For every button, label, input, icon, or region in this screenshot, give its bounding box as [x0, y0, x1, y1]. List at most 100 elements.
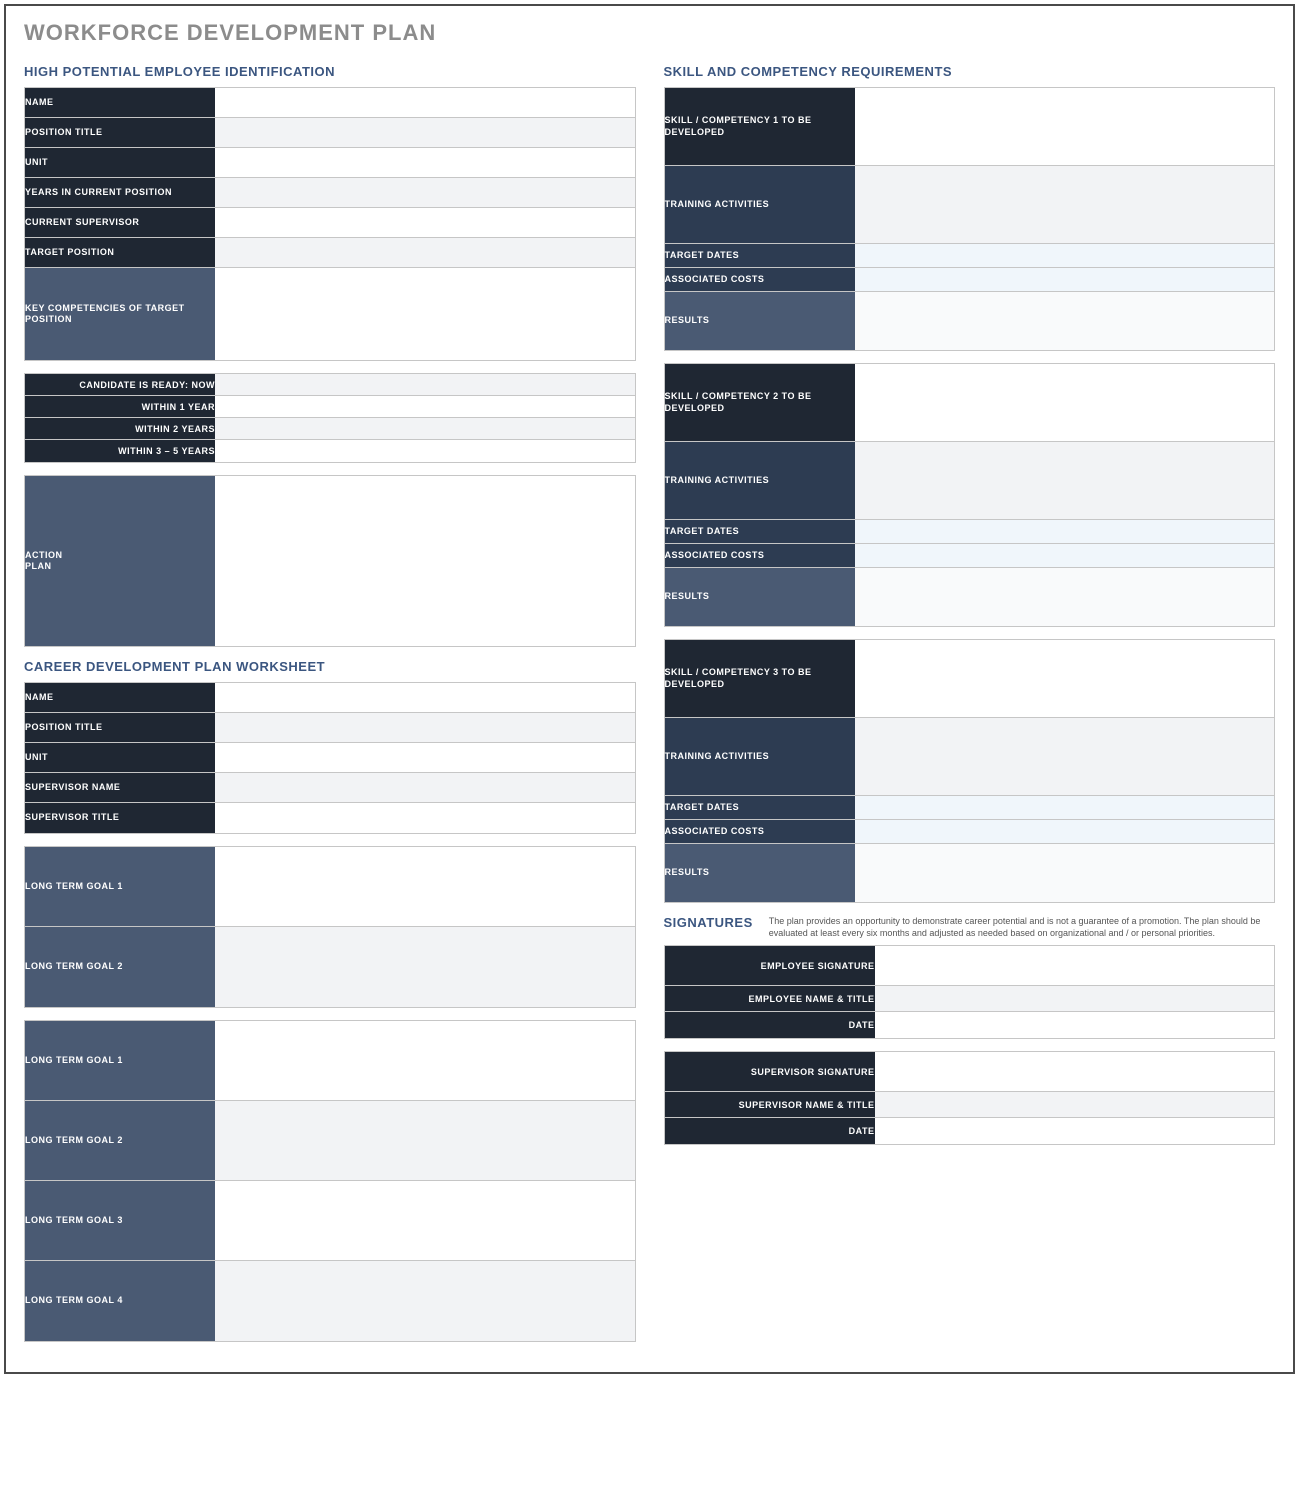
input-ltg1b[interactable]: [215, 1021, 635, 1101]
input-employee-signature[interactable]: [875, 946, 1275, 986]
career-dev-header-table: NAME POSITION TITLE UNIT SUPERVISOR NAME…: [24, 682, 636, 834]
input-sc2-results[interactable]: [855, 568, 1275, 626]
label-ready-1year: WITHIN 1 YEAR: [25, 396, 215, 418]
input-position-title[interactable]: [215, 118, 635, 148]
label-sc3-costs: ASSOCIATED COSTS: [665, 820, 855, 844]
label-sc2: SKILL / COMPETENCY 2 TO BE DEVELOPED: [665, 364, 855, 442]
label-supervisor-signature: SUPERVISOR SIGNATURE: [665, 1052, 875, 1092]
input-sc3-costs[interactable]: [855, 820, 1275, 844]
input-sc3-results[interactable]: [855, 844, 1275, 902]
right-column: SKILL AND COMPETENCY REQUIREMENTS SKILL …: [664, 58, 1276, 1157]
input-c-supervisor-name[interactable]: [215, 773, 635, 803]
input-c-name[interactable]: [215, 683, 635, 713]
input-key-competencies[interactable]: [215, 268, 635, 360]
input-sc1-costs[interactable]: [855, 268, 1275, 292]
label-c-position: POSITION TITLE: [25, 713, 215, 743]
input-ready-2years[interactable]: [215, 418, 635, 440]
input-ltg2a[interactable]: [215, 927, 635, 1007]
input-name[interactable]: [215, 88, 635, 118]
competency-2-table: SKILL / COMPETENCY 2 TO BE DEVELOPED TRA…: [664, 363, 1276, 627]
input-sc1-dates[interactable]: [855, 244, 1275, 268]
input-target-position[interactable]: [215, 238, 635, 268]
section-high-potential-title: HIGH POTENTIAL EMPLOYEE IDENTIFICATION: [24, 64, 636, 79]
input-action-plan[interactable]: [215, 476, 635, 646]
input-supervisor-name-title[interactable]: [875, 1092, 1275, 1118]
input-current-supervisor[interactable]: [215, 208, 635, 238]
label-unit: UNIT: [25, 148, 215, 178]
section-career-dev-title: CAREER DEVELOPMENT PLAN WORKSHEET: [24, 659, 636, 674]
section-signatures-title: SIGNATURES: [664, 915, 753, 930]
label-ltg1b: LONG TERM GOAL 1: [25, 1021, 215, 1101]
label-target-position: TARGET POSITION: [25, 238, 215, 268]
input-sc2-dates[interactable]: [855, 520, 1275, 544]
employee-signature-table: EMPLOYEE SIGNATURE EMPLOYEE NAME & TITLE…: [664, 945, 1276, 1039]
input-c-supervisor-title[interactable]: [215, 803, 635, 833]
input-ready-3to5years[interactable]: [215, 440, 635, 462]
label-sc1-costs: ASSOCIATED COSTS: [665, 268, 855, 292]
label-sc2-training: TRAINING ACTIVITIES: [665, 442, 855, 520]
input-c-unit[interactable]: [215, 743, 635, 773]
label-sc2-costs: ASSOCIATED COSTS: [665, 544, 855, 568]
label-name: NAME: [25, 88, 215, 118]
competency-1-table: SKILL / COMPETENCY 1 TO BE DEVELOPED TRA…: [664, 87, 1276, 351]
label-employee-signature: EMPLOYEE SIGNATURE: [665, 946, 875, 986]
label-ltg2b: LONG TERM GOAL 2: [25, 1101, 215, 1181]
label-ltg2a: LONG TERM GOAL 2: [25, 927, 215, 1007]
input-supervisor-signature[interactable]: [875, 1052, 1275, 1092]
input-sc3-training[interactable]: [855, 718, 1275, 796]
label-c-supervisor-name: SUPERVISOR NAME: [25, 773, 215, 803]
input-c-position[interactable]: [215, 713, 635, 743]
input-ready-1year[interactable]: [215, 396, 635, 418]
input-sc1-skill[interactable]: [855, 88, 1275, 166]
label-years-in-position: YEARS IN CURRENT POSITION: [25, 178, 215, 208]
two-column-layout: HIGH POTENTIAL EMPLOYEE IDENTIFICATION N…: [24, 58, 1275, 1354]
input-supervisor-date[interactable]: [875, 1118, 1275, 1144]
input-ltg4b[interactable]: [215, 1261, 635, 1341]
input-ready-now[interactable]: [215, 374, 635, 396]
left-column: HIGH POTENTIAL EMPLOYEE IDENTIFICATION N…: [24, 58, 636, 1354]
document-title: WORKFORCE DEVELOPMENT PLAN: [24, 20, 1275, 46]
input-employee-date[interactable]: [875, 1012, 1275, 1038]
signatures-header: SIGNATURES The plan provides an opportun…: [664, 915, 1276, 939]
label-sc3: SKILL / COMPETENCY 3 TO BE DEVELOPED: [665, 640, 855, 718]
input-sc2-training[interactable]: [855, 442, 1275, 520]
input-sc3-dates[interactable]: [855, 796, 1275, 820]
input-ltg2b[interactable]: [215, 1101, 635, 1181]
label-sc1-dates: TARGET DATES: [665, 244, 855, 268]
label-ready-2years: WITHIN 2 YEARS: [25, 418, 215, 440]
input-sc1-training[interactable]: [855, 166, 1275, 244]
action-plan-table: ACTION PLAN: [24, 475, 636, 647]
label-sc3-dates: TARGET DATES: [665, 796, 855, 820]
label-sc3-training: TRAINING ACTIVITIES: [665, 718, 855, 796]
high-potential-table: NAME POSITION TITLE UNIT YEARS IN CURREN…: [24, 87, 636, 361]
section-skill-title: SKILL AND COMPETENCY REQUIREMENTS: [664, 64, 1276, 79]
input-sc3-skill[interactable]: [855, 640, 1275, 718]
page-frame: WORKFORCE DEVELOPMENT PLAN HIGH POTENTIA…: [4, 4, 1295, 1374]
label-sc1-results: RESULTS: [665, 292, 855, 350]
label-supervisor-name-title: SUPERVISOR NAME & TITLE: [665, 1092, 875, 1118]
input-sc2-costs[interactable]: [855, 544, 1275, 568]
input-ltg1a[interactable]: [215, 847, 635, 927]
label-ready-now: CANDIDATE IS READY: NOW: [25, 374, 215, 396]
label-sc3-results: RESULTS: [665, 844, 855, 902]
label-key-competencies: KEY COMPETENCIES OF TARGET POSITION: [25, 268, 215, 360]
input-years-in-position[interactable]: [215, 178, 635, 208]
label-ready-3to5years: WITHIN 3 – 5 YEARS: [25, 440, 215, 462]
input-ltg3b[interactable]: [215, 1181, 635, 1261]
label-c-unit: UNIT: [25, 743, 215, 773]
input-sc1-results[interactable]: [855, 292, 1275, 350]
readiness-table: CANDIDATE IS READY: NOW WITHIN 1 YEAR WI…: [24, 373, 636, 463]
label-current-supervisor: CURRENT SUPERVISOR: [25, 208, 215, 238]
label-ltg4b: LONG TERM GOAL 4: [25, 1261, 215, 1341]
label-supervisor-date: DATE: [665, 1118, 875, 1144]
input-unit[interactable]: [215, 148, 635, 178]
label-position-title: POSITION TITLE: [25, 118, 215, 148]
label-c-supervisor-title: SUPERVISOR TITLE: [25, 803, 215, 833]
supervisor-signature-table: SUPERVISOR SIGNATURE SUPERVISOR NAME & T…: [664, 1051, 1276, 1145]
label-sc1-training: TRAINING ACTIVITIES: [665, 166, 855, 244]
label-ltg1a: LONG TERM GOAL 1: [25, 847, 215, 927]
long-term-goals-a-table: LONG TERM GOAL 1 LONG TERM GOAL 2: [24, 846, 636, 1008]
label-sc2-results: RESULTS: [665, 568, 855, 626]
input-employee-name-title[interactable]: [875, 986, 1275, 1012]
input-sc2-skill[interactable]: [855, 364, 1275, 442]
